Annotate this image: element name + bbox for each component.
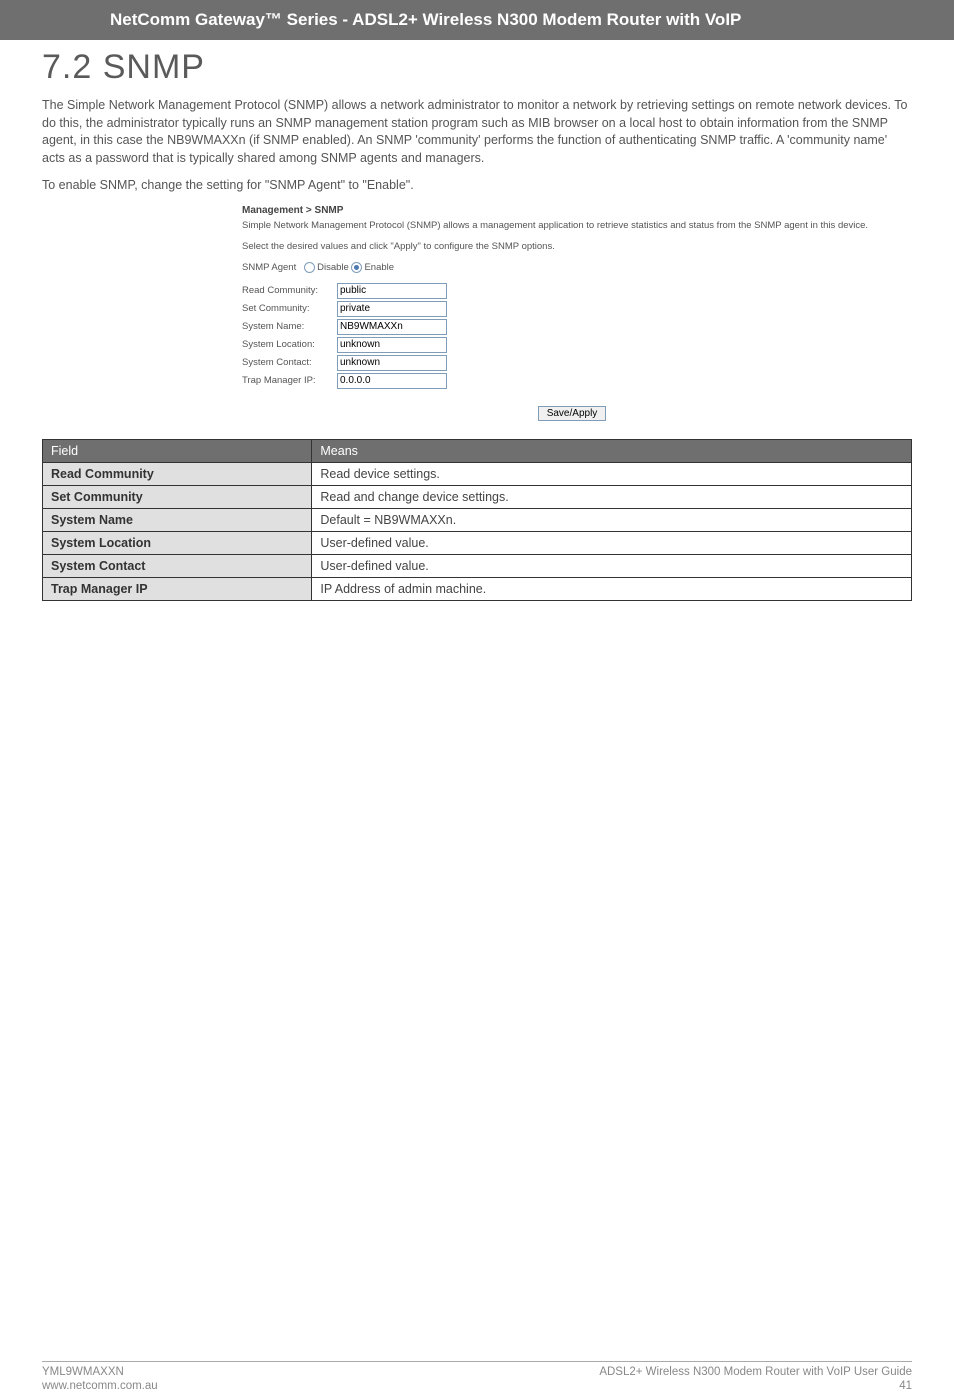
body-paragraph-1: The Simple Network Management Protocol (… bbox=[42, 97, 912, 167]
table-cell-means: Read device settings. bbox=[312, 462, 912, 485]
trap-manager-label: Trap Manager IP: bbox=[242, 375, 337, 386]
trap-manager-row: Trap Manager IP: bbox=[242, 373, 902, 389]
table-row: Set Community Read and change device set… bbox=[43, 485, 912, 508]
blank-spacer bbox=[42, 601, 912, 1361]
system-contact-input[interactable] bbox=[337, 355, 447, 371]
page-footer: YML9WMAXXN www.netcomm.com.au ADSL2+ Wir… bbox=[42, 1361, 912, 1394]
button-row: Save/Apply bbox=[242, 403, 902, 421]
table-cell-field: System Name bbox=[43, 508, 312, 531]
section-heading: 7.2 SNMP bbox=[42, 48, 912, 87]
system-location-label: System Location: bbox=[242, 339, 337, 350]
table-row: Trap Manager IP IP Address of admin mach… bbox=[43, 577, 912, 600]
system-contact-label: System Contact: bbox=[242, 357, 337, 368]
screenshot-region: Management > SNMP Simple Network Managem… bbox=[242, 205, 902, 421]
table-cell-field: Set Community bbox=[43, 485, 312, 508]
read-community-label: Read Community: bbox=[242, 285, 337, 296]
save-apply-button[interactable]: Save/Apply bbox=[538, 406, 607, 421]
table-cell-means: User-defined value. bbox=[312, 554, 912, 577]
system-contact-row: System Contact: bbox=[242, 355, 902, 371]
system-location-input[interactable] bbox=[337, 337, 447, 353]
system-name-row: System Name: bbox=[242, 319, 902, 335]
table-cell-means: User-defined value. bbox=[312, 531, 912, 554]
table-header-means: Means bbox=[312, 439, 912, 462]
system-name-input[interactable] bbox=[337, 319, 447, 335]
trap-manager-input[interactable] bbox=[337, 373, 447, 389]
table-header-field: Field bbox=[43, 439, 312, 462]
radio-enable-label: Enable bbox=[364, 262, 394, 273]
footer-guide-title: ADSL2+ Wireless N300 Modem Router with V… bbox=[599, 1365, 912, 1380]
set-community-label: Set Community: bbox=[242, 303, 337, 314]
set-community-row: Set Community: bbox=[242, 301, 902, 317]
table-cell-means: IP Address of admin machine. bbox=[312, 577, 912, 600]
read-community-input[interactable] bbox=[337, 283, 447, 299]
field-means-table: Field Means Read Community Read device s… bbox=[42, 439, 912, 601]
table-cell-field: System Location bbox=[43, 531, 312, 554]
system-location-row: System Location: bbox=[242, 337, 902, 353]
body-paragraph-2: To enable SNMP, change the setting for "… bbox=[42, 177, 912, 195]
snmp-agent-row: SNMP Agent Disable Enable bbox=[242, 262, 902, 273]
screenshot-description-2: Select the desired values and click "App… bbox=[242, 241, 902, 252]
table-cell-means: Read and change device settings. bbox=[312, 485, 912, 508]
table-cell-means: Default = NB9WMAXXn. bbox=[312, 508, 912, 531]
set-community-input[interactable] bbox=[337, 301, 447, 317]
footer-page-number: 41 bbox=[599, 1379, 912, 1394]
table-row: System Location User-defined value. bbox=[43, 531, 912, 554]
table-cell-field: Read Community bbox=[43, 462, 312, 485]
table-row: System Contact User-defined value. bbox=[43, 554, 912, 577]
table-row: Read Community Read device settings. bbox=[43, 462, 912, 485]
read-community-row: Read Community: bbox=[242, 283, 902, 299]
page-content: 7.2 SNMP The Simple Network Management P… bbox=[0, 40, 954, 1361]
table-row: System Name Default = NB9WMAXXn. bbox=[43, 508, 912, 531]
footer-right: ADSL2+ Wireless N300 Modem Router with V… bbox=[599, 1365, 912, 1394]
radio-disable-label: Disable bbox=[317, 262, 349, 273]
screenshot-description-1: Simple Network Management Protocol (SNMP… bbox=[242, 220, 902, 231]
footer-url: www.netcomm.com.au bbox=[42, 1379, 158, 1394]
snmp-agent-label: SNMP Agent bbox=[242, 262, 296, 273]
system-name-label: System Name: bbox=[242, 321, 337, 332]
footer-left: YML9WMAXXN www.netcomm.com.au bbox=[42, 1365, 158, 1394]
footer-model: YML9WMAXXN bbox=[42, 1365, 158, 1380]
table-header-row: Field Means bbox=[43, 439, 912, 462]
radio-disable[interactable] bbox=[304, 262, 315, 273]
radio-enable[interactable] bbox=[351, 262, 362, 273]
table-cell-field: System Contact bbox=[43, 554, 312, 577]
table-cell-field: Trap Manager IP bbox=[43, 577, 312, 600]
page-banner: NetComm Gateway™ Series - ADSL2+ Wireles… bbox=[0, 0, 954, 40]
screenshot-title: Management > SNMP bbox=[242, 205, 902, 216]
